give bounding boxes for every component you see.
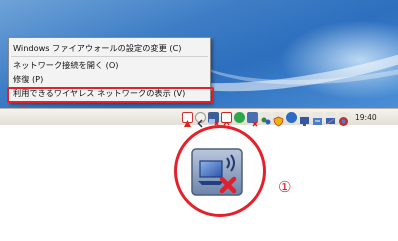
update-icon[interactable] bbox=[286, 112, 297, 123]
device-icon[interactable] bbox=[312, 112, 323, 125]
menu-item-firewall-settings[interactable]: Windows ファイアウォールの設定の変更 (C) bbox=[9, 41, 210, 55]
display-icon[interactable] bbox=[325, 112, 336, 125]
wireless-network-disconnected-icon bbox=[191, 148, 243, 196]
pdf-icon[interactable] bbox=[221, 112, 232, 127]
monitor-icon[interactable] bbox=[299, 112, 310, 126]
security-icon[interactable] bbox=[338, 112, 349, 126]
tray-clock[interactable]: 19:40 bbox=[355, 113, 377, 122]
annotation-highlight-box bbox=[7, 87, 214, 103]
menu-item-repair[interactable]: 修復 (P) bbox=[9, 72, 210, 86]
menu-separator bbox=[11, 56, 208, 57]
annotation-number-1: ① bbox=[278, 178, 292, 196]
chevron-icon[interactable] bbox=[195, 112, 206, 128]
taskbar: 19:40 bbox=[0, 108, 398, 128]
antivirus-icon[interactable] bbox=[182, 112, 193, 127]
people-icon[interactable] bbox=[260, 112, 271, 125]
system-tray: 19:40 bbox=[182, 110, 377, 128]
green-status-icon[interactable] bbox=[234, 112, 245, 123]
shield-icon[interactable] bbox=[273, 112, 284, 127]
wireless-network-icon[interactable] bbox=[208, 112, 219, 126]
menu-item-open-network-connections[interactable]: ネットワーク接続を開く (O) bbox=[9, 58, 210, 72]
network-red-icon[interactable] bbox=[247, 112, 258, 127]
